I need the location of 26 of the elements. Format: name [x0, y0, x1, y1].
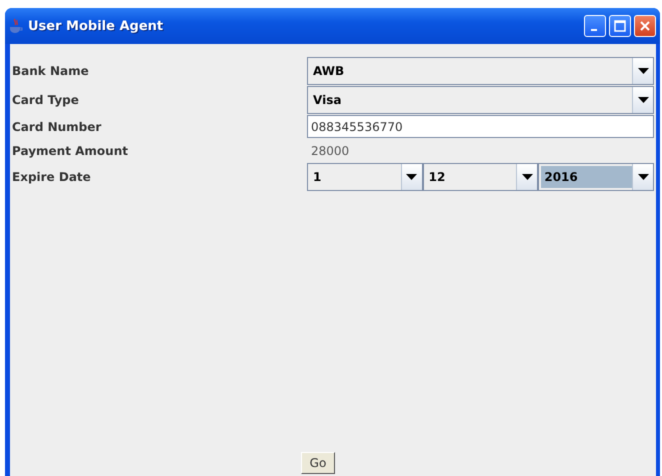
field-label: Payment Amount [11, 142, 129, 160]
dropdown[interactable]: 2016 [538, 163, 654, 191]
caret-icon [638, 68, 648, 74]
coffee-cup-icon [9, 18, 23, 34]
field-label: Card Type [11, 92, 80, 109]
field-value: 28000 [310, 142, 350, 160]
close-button[interactable] [634, 15, 656, 37]
maximize-icon [614, 20, 626, 32]
dropdown[interactable]: 1 [307, 163, 423, 191]
caret-icon [638, 97, 648, 103]
minimize-icon [590, 29, 596, 31]
caret-icon [406, 174, 418, 180]
field-label: Card Number [11, 118, 102, 136]
field-label: Expire Date [11, 169, 92, 186]
input-field[interactable]: 088345536770 [307, 115, 654, 138]
maximize-button[interactable] [609, 15, 631, 37]
window-title: User Mobile Agent [28, 18, 164, 34]
field-label: Bank Name [11, 63, 90, 80]
go-button[interactable]: Go [300, 452, 336, 474]
dropdown[interactable]: 12 [422, 163, 538, 191]
minimize-button[interactable] [584, 15, 606, 37]
dropdown[interactable]: Visa [307, 86, 654, 114]
close-icon [639, 20, 651, 32]
caret-icon [638, 174, 649, 180]
dropdown[interactable]: AWB [307, 57, 654, 85]
caret-icon [522, 174, 533, 180]
